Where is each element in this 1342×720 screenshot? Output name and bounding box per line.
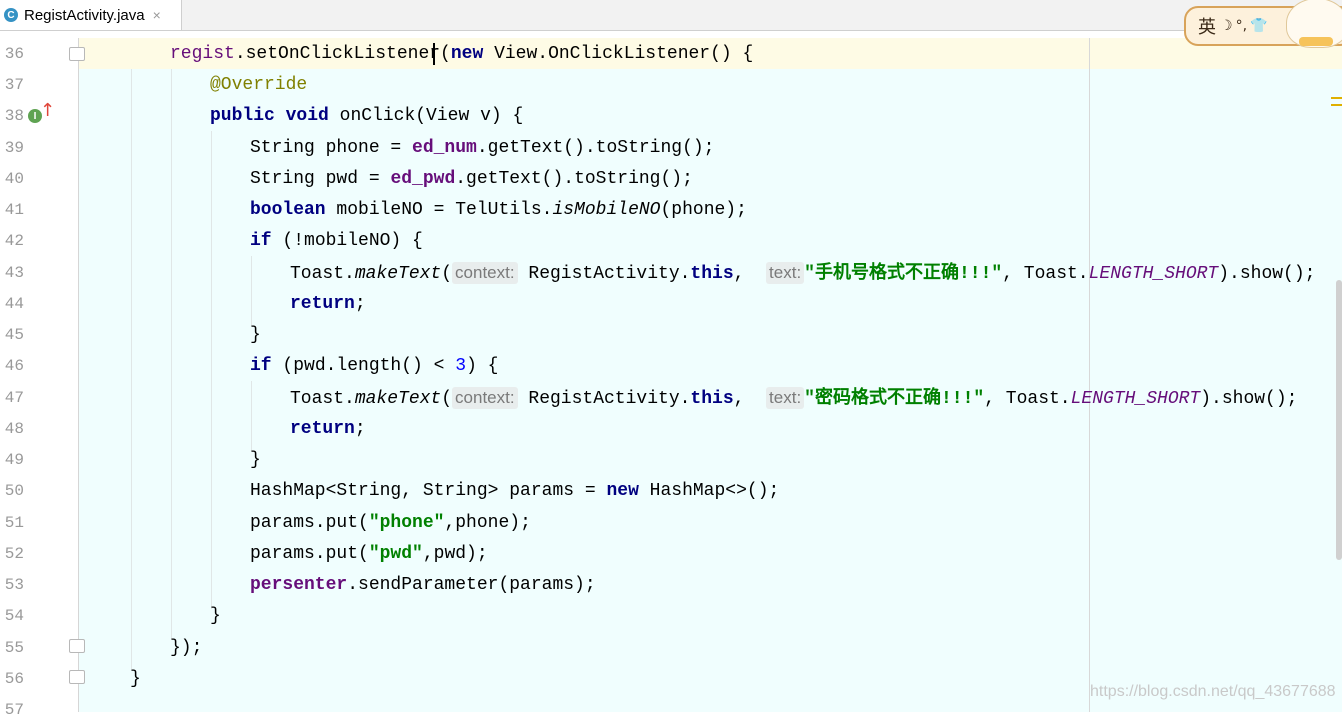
line-number-gutter[interactable]: 36 37 38 39 40 41 42 43 44 45 46 47 48 4… [0, 38, 79, 719]
indent-guide [131, 69, 132, 669]
indent-guide [211, 131, 212, 609]
code-line-55[interactable]: }); [170, 637, 202, 659]
moon-icon[interactable]: ☽ [1220, 18, 1233, 34]
code-line-44[interactable]: return; [290, 293, 366, 315]
code-line-52[interactable]: params.put("pwd",pwd); [250, 543, 488, 565]
vertical-scrollbar[interactable] [1336, 280, 1342, 560]
line-number: 49 [4, 451, 24, 469]
code-line-48[interactable]: return; [290, 418, 366, 440]
code-line-38[interactable]: public void onClick(View v) { [210, 105, 523, 127]
code-line-45[interactable]: } [250, 324, 261, 346]
line-number: 44 [4, 295, 24, 313]
code-line-37[interactable]: @Override [210, 74, 307, 96]
line-number: 50 [4, 482, 24, 500]
line-number: 41 [4, 201, 24, 219]
code-line-46[interactable]: if (pwd.length() < 3) { [250, 355, 498, 377]
line-number: 45 [4, 326, 24, 344]
error-stripe-marker[interactable] [1331, 97, 1342, 99]
code-line-49[interactable]: } [250, 449, 261, 471]
line-number: 51 [4, 514, 24, 532]
fold-marker-icon[interactable] [69, 47, 85, 61]
line-number: 55 [4, 639, 24, 657]
parameter-hint: text: [766, 262, 805, 284]
code-line-39[interactable]: String phone = ed_num.getText().toString… [250, 137, 714, 159]
tab-registactivity[interactable]: C RegistActivity.java × [0, 0, 182, 30]
line-number: 36 [4, 45, 24, 63]
line-number: 56 [4, 670, 24, 688]
line-number: 47 [4, 389, 24, 407]
java-class-icon: C [4, 8, 18, 22]
parameter-hint: context: [452, 262, 518, 284]
text-caret [433, 43, 435, 65]
right-margin-guide [1089, 38, 1090, 712]
fold-marker-icon[interactable] [69, 670, 85, 684]
line-number: 40 [4, 170, 24, 188]
code-line-51[interactable]: params.put("phone",phone); [250, 512, 531, 534]
line-number: 46 [4, 357, 24, 375]
close-icon[interactable]: × [153, 7, 161, 23]
line-number: 54 [4, 607, 24, 625]
code-line-41[interactable]: boolean mobileNO = TelUtils.isMobileNO(p… [250, 199, 747, 221]
code-line-36[interactable]: regist.setOnClickListener(new View.OnCli… [170, 43, 753, 65]
parameter-hint: text: [766, 387, 805, 409]
line-number: 57 [4, 701, 24, 719]
line-number: 48 [4, 420, 24, 438]
line-number: 53 [4, 576, 24, 594]
code-line-50[interactable]: HashMap<String, String> params = new Has… [250, 480, 779, 502]
code-line-42[interactable]: if (!mobileNO) { [250, 230, 423, 252]
ime-status-widget[interactable]: 英 ☽ °, 👕 [1184, 0, 1342, 48]
fold-marker-icon[interactable] [69, 639, 85, 653]
punctuation-icon[interactable]: °, [1236, 18, 1247, 34]
ime-language-label[interactable]: 英 [1198, 13, 1216, 39]
line-number: 38 [4, 107, 24, 125]
parameter-hint: context: [452, 387, 518, 409]
tab-label: RegistActivity.java [24, 6, 145, 24]
watermark: https://blog.csdn.net/qq_43677688 [1090, 683, 1336, 700]
ime-mascot-icon [1286, 0, 1342, 48]
code-line-54[interactable]: } [210, 605, 221, 627]
editor-tab-bar: C RegistActivity.java × [0, 0, 1342, 31]
code-line-47[interactable]: Toast.makeText(context: RegistActivity.t… [290, 387, 1297, 409]
indent-guide [251, 256, 252, 326]
line-number: 37 [4, 76, 24, 94]
error-stripe-marker[interactable] [1331, 104, 1342, 106]
arrow-up-icon[interactable]: ↑ [40, 101, 55, 121]
line-number: 39 [4, 139, 24, 157]
indent-guide [171, 69, 172, 639]
code-line-53[interactable]: persenter.sendParameter(params); [250, 574, 596, 596]
code-line-43[interactable]: Toast.makeText(context: RegistActivity.t… [290, 262, 1315, 284]
code-line-56[interactable]: } [130, 668, 141, 690]
line-number: 42 [4, 232, 24, 250]
code-line-40[interactable]: String pwd = ed_pwd.getText().toString()… [250, 168, 693, 190]
line-number: 43 [4, 264, 24, 282]
line-number: 52 [4, 545, 24, 563]
skin-icon[interactable]: 👕 [1250, 18, 1267, 34]
indent-guide [251, 381, 252, 451]
